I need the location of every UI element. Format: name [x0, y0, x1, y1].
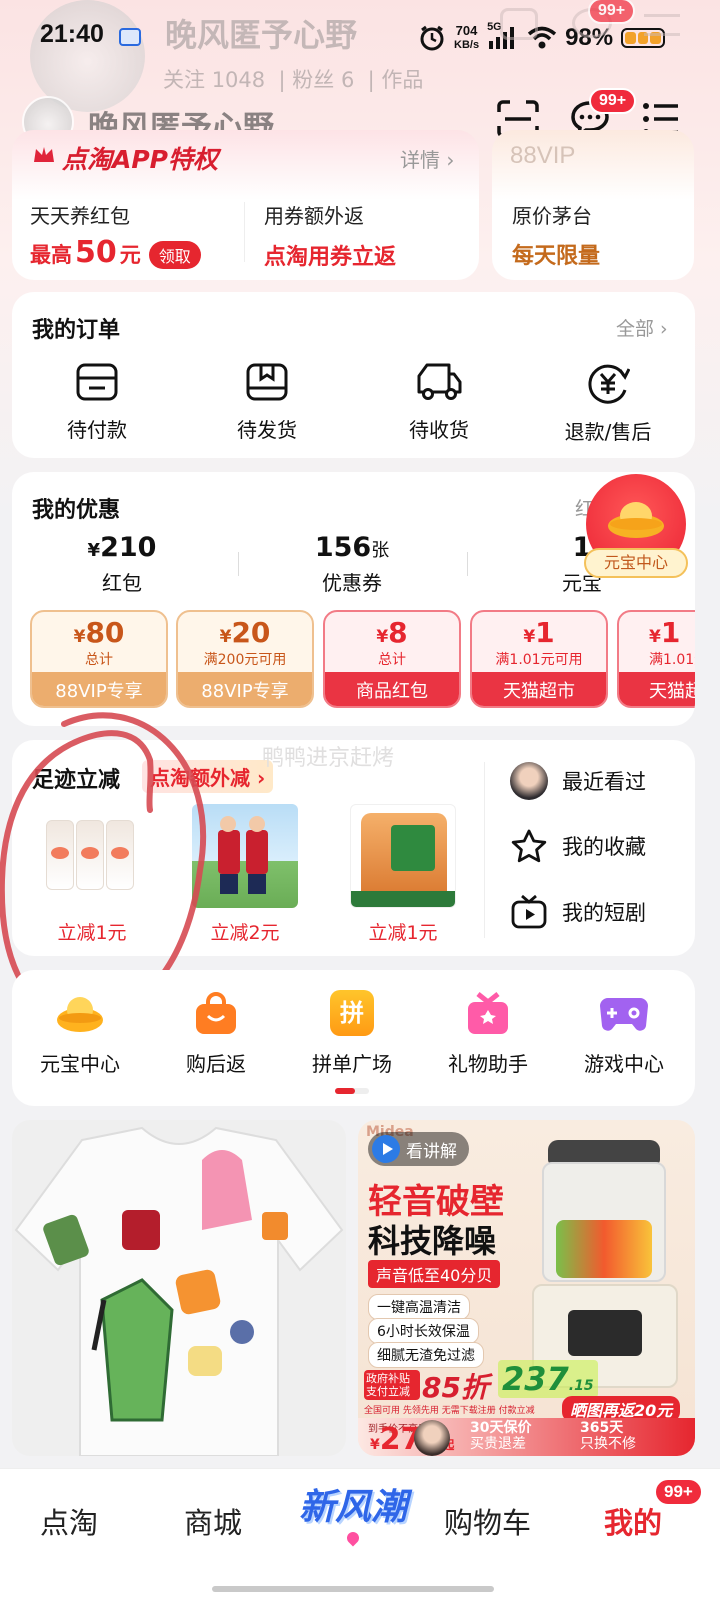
box-icon — [246, 363, 288, 401]
carousel-indicator — [335, 1088, 369, 1094]
gift-icon — [468, 992, 508, 1034]
gamepad-icon — [600, 998, 648, 1031]
coupon-item[interactable]: ¥20 满200元可用 88VIP专享 — [176, 610, 314, 708]
short-drama-link[interactable]: 我的短剧 — [510, 894, 646, 930]
message-badge: 99+ — [589, 88, 637, 114]
benefits-title: 我的优惠 — [32, 498, 121, 523]
vip-item-label: 天天养红包 — [30, 204, 130, 228]
service-group-buy[interactable]: 拼 拼单广场 — [292, 990, 412, 1077]
vip88-value: 每天限量 — [512, 244, 601, 269]
yuanbao-center-float[interactable]: 元宝中心 — [584, 472, 688, 582]
orders-all-link[interactable]: 全部 › — [616, 314, 668, 341]
recently-viewed-link[interactable]: 最近看过 — [510, 762, 646, 800]
feed-product-blender-ad[interactable]: Midea 看讲解 轻音破壁 科技降噪 声音低至40分贝 一键高温清洁 6小时长… — [358, 1120, 695, 1456]
star-icon — [511, 829, 547, 863]
footprint-watermark: 鸭鸭进京赶烤 — [262, 746, 395, 771]
avatar-icon — [510, 762, 548, 800]
vip-item-value: 点淘用券立返 — [264, 245, 397, 270]
vip-item-label: 用券额外返 — [264, 204, 364, 228]
pin-icon: 拼 — [330, 990, 374, 1036]
location-dot-icon — [344, 1529, 362, 1547]
explain-button[interactable]: 看讲解 — [368, 1132, 469, 1166]
net-speed: 704 — [455, 23, 478, 38]
vip88-label: 原价茅台 — [512, 204, 592, 228]
service-cashback[interactable]: 购后返 — [156, 990, 276, 1077]
screen-record-icon — [119, 28, 141, 46]
play-icon — [372, 1135, 400, 1163]
vip-privilege-card[interactable]: 点淘APP特权 详情 › 天天养红包 最高 50 元 领取 用券额外返 点淘用券… — [12, 130, 479, 280]
ad-guarantee: 30天保价 买贵退差 — [470, 1420, 532, 1452]
vip-detail-link[interactable]: 详情 › — [400, 144, 454, 173]
ad-feature: 细腻无渣免过滤 — [368, 1342, 484, 1368]
nav-diantao[interactable]: 点淘 — [40, 1500, 98, 1542]
service-game-center[interactable]: 游戏中心 — [564, 990, 684, 1077]
coupon-item[interactable]: ¥80 总计 88VIP专享 — [30, 610, 168, 708]
product-image-disinfectant — [350, 804, 456, 908]
vip88-card[interactable]: 88VIP 原价茅台 每天限量 — [492, 130, 694, 280]
scan-icon-ghost — [500, 8, 538, 40]
net-speed-unit: KB/s — [454, 39, 480, 51]
ad-promo-row: 全国可用 先领先用 无需下载注册 付款立减 — [364, 1406, 535, 1416]
blender-image — [528, 1140, 684, 1388]
services-card: 元宝中心 购后返 拼 拼单广场 礼物助手 游戏中心 — [12, 970, 695, 1106]
vip-title: 点淘APP特权 — [62, 145, 218, 174]
vip-item-coupon-return[interactable]: 用券额外返 点淘用券立返 — [264, 200, 396, 271]
order-pending-payment[interactable]: 待付款 — [42, 362, 152, 443]
product-discount: 立减1元 — [368, 922, 438, 944]
order-refund[interactable]: 退款/售后 — [552, 362, 664, 445]
coupon-item[interactable]: ¥1 满1.01元可用 天猫超市 — [470, 610, 608, 708]
order-pending-receipt[interactable]: 待收货 — [384, 362, 494, 443]
crown-icon — [32, 144, 56, 166]
favorites-link[interactable]: 我的收藏 — [510, 828, 646, 864]
profile-stats: 关注 1048 | 粉丝 6 | 作品 — [163, 68, 424, 92]
feed-product-tshirt[interactable] — [12, 1120, 346, 1456]
ad-replace: 365天 只换不修 — [580, 1420, 636, 1452]
order-pending-shipment[interactable]: 待发货 — [212, 362, 322, 443]
ingot-icon — [608, 502, 664, 538]
vip-item-redpacket[interactable]: 天天养红包 最高 50 元 领取 — [30, 200, 201, 270]
nav-cart[interactable]: 购物车 — [444, 1500, 531, 1542]
ad-price: 237.15 — [498, 1360, 598, 1398]
footprint-product[interactable]: 立减1元 — [350, 804, 456, 945]
nav-mall[interactable]: 商城 — [184, 1500, 242, 1542]
service-gift-assistant[interactable]: 礼物助手 — [428, 990, 548, 1077]
service-yuanbao-center[interactable]: 元宝中心 — [20, 990, 140, 1077]
ad-discount: 85折 — [422, 1371, 489, 1404]
ad-headline-2: 科技降噪 — [368, 1222, 497, 1260]
home-indicator — [212, 1586, 494, 1592]
orders-card: 我的订单 全部 › 待付款 待发货 待收货 退款/售后 — [12, 292, 695, 458]
claim-button[interactable]: 领取 — [148, 241, 201, 269]
stat-coupons[interactable]: 156张 优惠券 — [282, 532, 422, 596]
ingot-icon — [57, 997, 103, 1032]
presenter-avatar — [414, 1420, 450, 1456]
yuanbao-float-label: 元宝中心 — [584, 548, 688, 578]
vip88-title: 88VIP — [510, 142, 576, 169]
status-time: 21:40 — [40, 20, 104, 48]
ad-noise-tag: 声音低至40分贝 — [368, 1260, 501, 1288]
ad-feature: 6小时长效保温 — [368, 1318, 479, 1344]
nav-mine[interactable]: 我的 — [604, 1500, 662, 1542]
tshirt-image — [14, 1126, 344, 1456]
refund-icon — [588, 364, 630, 404]
profile-name-ghost: 晚风匿予心野 — [165, 16, 358, 54]
bag-icon — [196, 992, 236, 1034]
wallet-icon — [76, 363, 118, 401]
truck-icon — [417, 363, 462, 400]
message-badge-ghost: 99+ — [588, 0, 636, 24]
menu-icon-ghost — [644, 14, 680, 36]
nav-mine-badge: 99+ — [654, 1478, 703, 1506]
coupon-item[interactable]: ¥1满1.01元 天猫超 — [617, 610, 695, 708]
ad-bottom-band: 到手价不高于: ¥279起 30天保价买贵退差 365天只换不修 — [358, 1418, 695, 1456]
orders-title: 我的订单 — [32, 318, 121, 343]
nav-trend[interactable]: 新风潮 — [296, 1478, 410, 1548]
stat-redpacket[interactable]: ¥210 红包 — [52, 532, 192, 596]
tv-icon — [511, 894, 547, 929]
ad-feature: 一键高温清洁 — [368, 1294, 470, 1320]
coupon-item[interactable]: ¥8 总计 商品红包 — [323, 610, 461, 708]
status-bar-right: 704 KB/s 5G 98% — [418, 20, 666, 56]
alarm-icon — [418, 24, 446, 52]
ad-subsidy: 政府补贴 支付立减 — [364, 1370, 420, 1400]
